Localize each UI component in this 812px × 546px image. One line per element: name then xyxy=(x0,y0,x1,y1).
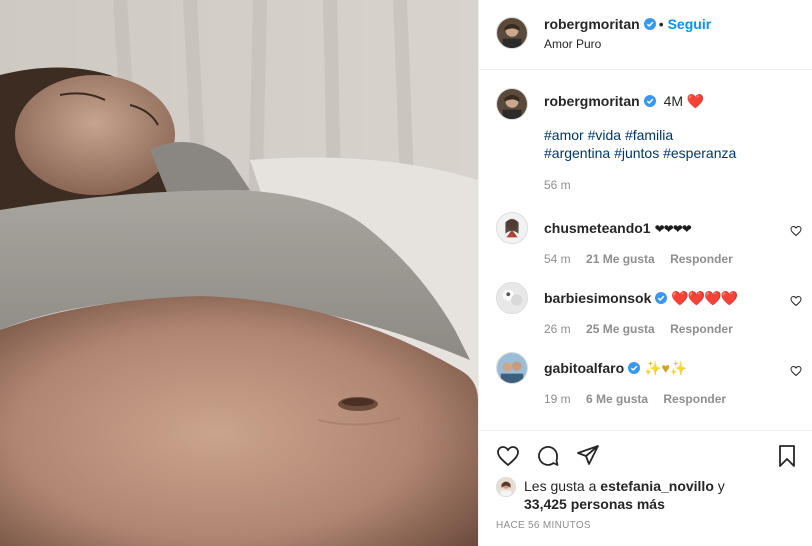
author-username[interactable]: robergmoritan xyxy=(544,16,640,32)
caption-username[interactable]: robergmoritan xyxy=(544,93,640,109)
comment-time[interactable]: 19 m xyxy=(544,392,571,406)
caption-hashtags: #amor #vida #familia #argentina #juntos … xyxy=(544,126,794,162)
verified-badge-icon xyxy=(628,362,641,374)
comment-item: gabitoalfaro ✨♥✨ 19 m 6 Me gusta Responde… xyxy=(496,352,802,412)
verified-badge-icon xyxy=(655,292,668,304)
caption-heart-emoji: ❤️ xyxy=(686,93,705,109)
comment-likes[interactable]: 21 Me gusta xyxy=(586,252,655,266)
speech-bubble-icon[interactable] xyxy=(536,444,560,468)
caption-text: 4M xyxy=(663,93,684,109)
comment-item: barbiesimonsok ❤️❤️❤️❤️ 26 m 25 Me gusta … xyxy=(496,282,802,342)
follow-button[interactable]: Seguir xyxy=(668,16,712,32)
comment-line: barbiesimonsok ❤️❤️❤️❤️ xyxy=(544,290,738,307)
comment-username[interactable]: chusmeteando1 xyxy=(544,220,651,236)
reply-button[interactable]: Responder xyxy=(670,322,733,336)
likes-text: Les gusta a estefania_novillo y 33,425 p… xyxy=(524,477,794,513)
post-location[interactable]: Amor Puro xyxy=(544,37,601,51)
comment-time[interactable]: 54 m xyxy=(544,252,571,266)
author-avatar[interactable] xyxy=(496,17,528,49)
post-timestamp[interactable]: HACE 56 MINUTOS xyxy=(496,520,591,531)
comment-username[interactable]: barbiesimonsok xyxy=(544,290,651,306)
bookmark-icon[interactable] xyxy=(775,444,799,468)
author-line: robergmoritan • Seguir xyxy=(544,16,711,32)
heart-outline-icon[interactable] xyxy=(496,444,520,468)
comment-avatar[interactable] xyxy=(496,282,528,314)
liker-username[interactable]: estefania_novillo xyxy=(600,478,714,494)
caption-avatar[interactable] xyxy=(496,88,528,120)
comment-meta: 19 m 6 Me gusta Responder xyxy=(544,392,738,406)
reply-button[interactable]: Responder xyxy=(663,392,726,406)
comment-time[interactable]: 26 m xyxy=(544,322,571,336)
comment-meta: 26 m 25 Me gusta Responder xyxy=(544,322,745,336)
comment-like-heart-icon[interactable] xyxy=(790,365,802,377)
post-actions: Les gusta a estefania_novillo y 33,425 p… xyxy=(479,430,812,546)
comment-likes[interactable]: 25 Me gusta xyxy=(586,322,655,336)
caption-time[interactable]: 56 m xyxy=(544,176,794,194)
reply-button[interactable]: Responder xyxy=(670,252,733,266)
comment-text: ❤️❤️❤️❤️ xyxy=(671,290,738,306)
comment-username[interactable]: gabitoalfaro xyxy=(544,360,624,376)
likes-count[interactable]: 33,425 personas más xyxy=(524,496,665,512)
separator-dot: • xyxy=(658,16,664,32)
comment-line: gabitoalfaro ✨♥✨ xyxy=(544,360,687,377)
hashtag-link[interactable]: #familia xyxy=(625,127,673,143)
verified-badge-icon xyxy=(643,95,656,107)
verified-badge-icon xyxy=(643,18,656,30)
hashtag-link[interactable]: #vida xyxy=(588,127,621,143)
comment-line: chusmeteando1 ❤❤❤❤ xyxy=(544,220,692,236)
comment-like-heart-icon[interactable] xyxy=(790,295,802,307)
comment-avatar[interactable] xyxy=(496,352,528,384)
liker-avatar[interactable] xyxy=(496,477,516,497)
comment-avatar[interactable] xyxy=(496,212,528,244)
comment-item: chusmeteando1 ❤❤❤❤ 54 m 21 Me gusta Respo… xyxy=(496,212,802,272)
post-header: robergmoritan • Seguir Amor Puro xyxy=(479,0,812,70)
comment-meta: 54 m 21 Me gusta Responder xyxy=(544,252,745,266)
hashtag-link[interactable]: #juntos xyxy=(614,145,659,161)
comment-like-heart-icon[interactable] xyxy=(790,225,802,237)
post-photo-image xyxy=(0,0,478,546)
post-side-panel: robergmoritan • Seguir Amor Puro robergmor… xyxy=(478,0,812,546)
likes-prefix: Les gusta a xyxy=(524,478,597,494)
comment-likes[interactable]: 6 Me gusta xyxy=(586,392,648,406)
hashtag-link[interactable]: #argentina xyxy=(544,145,610,161)
post-photo[interactable] xyxy=(0,0,478,546)
paper-plane-icon[interactable] xyxy=(576,443,600,467)
comment-text: ✨♥✨ xyxy=(644,360,688,376)
caption-body: robergmoritan 4M ❤️ #amor #vida #familia… xyxy=(544,92,794,194)
hashtag-link[interactable]: #esperanza xyxy=(663,145,736,161)
comment-text: ❤❤❤❤ xyxy=(654,222,692,236)
likes-conjunction: y xyxy=(717,478,725,494)
hashtag-link[interactable]: #amor xyxy=(544,127,584,143)
